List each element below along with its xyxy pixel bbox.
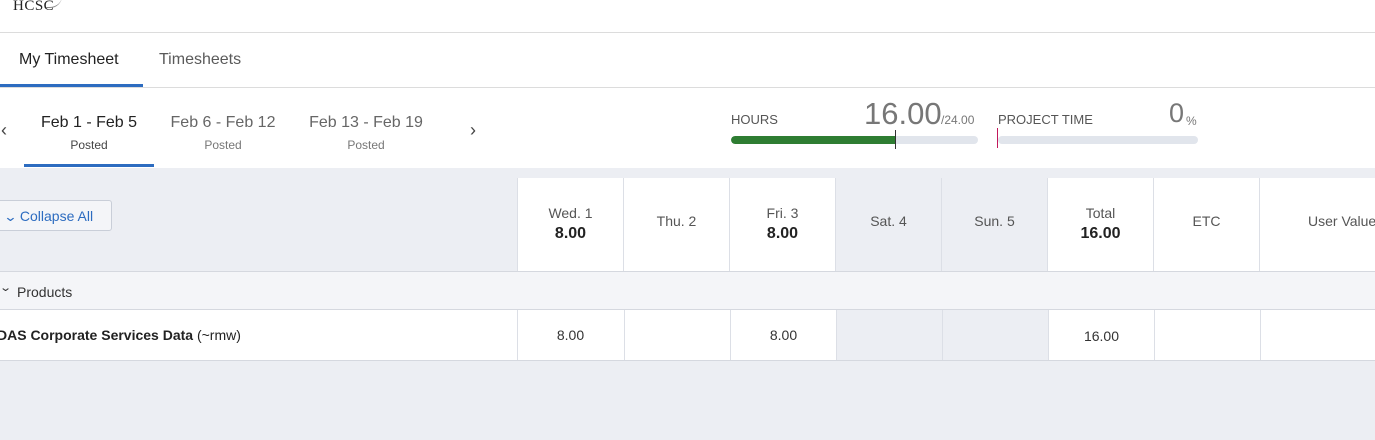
column-label: ETC [1192, 213, 1221, 229]
period-feb-1-5[interactable]: Feb 1 - Feb 5 Posted [24, 114, 154, 152]
hours-cell-sat-4[interactable] [836, 310, 942, 360]
period-feb-13-19[interactable]: Feb 13 - Feb 19 Posted [300, 114, 432, 152]
column-total: 8.00 [554, 225, 587, 242]
hours-cell-fri-3[interactable]: 8.00 [730, 310, 836, 360]
column-label: Fri. 3 [766, 205, 799, 221]
row-name[interactable]: DAS Corporate Services Data (~rmw) [0, 327, 241, 343]
hours-label: HOURS [731, 112, 778, 127]
column-label: Sun. 5 [974, 213, 1015, 229]
hours-cell-thu-2[interactable] [624, 310, 730, 360]
user-value-cell[interactable] [1260, 310, 1375, 360]
column-label: Thu. 2 [656, 213, 697, 229]
column-label: Total [1085, 205, 1116, 221]
project-time-track [998, 136, 1198, 144]
hours-progress-track [731, 136, 978, 144]
timesheet-grid: ⌄ Collapse All Wed. 1 8.00 Thu. 2 Fri. 3 … [0, 168, 1375, 440]
column-total: 8.00 [766, 225, 799, 242]
column-thu-2: Thu. 2 [623, 178, 729, 271]
project-time-label: PROJECT TIME [998, 112, 1093, 127]
section-label: Products [17, 284, 73, 300]
tab-timesheets[interactable]: Timesheets [159, 51, 241, 69]
period-feb-6-12[interactable]: Feb 6 - Feb 12 Posted [160, 114, 286, 152]
hours-cell-wed-1[interactable]: 8.00 [517, 310, 623, 360]
logo-swoosh [46, 0, 62, 8]
column-user-value: User Value [1259, 178, 1375, 271]
period-range: Feb 1 - Feb 5 [40, 114, 138, 131]
column-label: Sat. 4 [870, 213, 907, 229]
active-period-indicator [24, 164, 154, 167]
chevron-right-icon[interactable]: › [470, 120, 476, 141]
chevron-down-icon[interactable]: ⌄ [0, 281, 12, 294]
grid-header: ⌄ Collapse All Wed. 1 8.00 Thu. 2 Fri. 3 … [0, 178, 1375, 271]
double-chevron-down-icon: ⌄ [3, 209, 18, 224]
hours-max: /24.00 [941, 113, 975, 127]
etc-cell[interactable] [1154, 310, 1260, 360]
hours-value: 16.00 [864, 96, 942, 131]
project-time-unit: % [1186, 114, 1197, 128]
section-products[interactable]: ⌄ Products [0, 271, 1375, 310]
column-fri-3: Fri. 3 8.00 [729, 178, 835, 271]
tab-my-timesheet[interactable]: My Timesheet [19, 51, 119, 69]
product-owner: (~rmw) [196, 327, 241, 343]
table-row: DAS Corporate Services Data (~rmw) 8.00 … [0, 310, 1375, 361]
column-label: User Value [1308, 213, 1375, 229]
column-wed-1: Wed. 1 8.00 [517, 178, 623, 271]
hours-progress-fill [731, 136, 896, 144]
collapse-all-label: Collapse All [19, 208, 94, 224]
hours-cell-sun-5[interactable] [942, 310, 1048, 360]
period-range: Feb 13 - Feb 19 [309, 114, 423, 131]
period-status: Posted [347, 138, 385, 152]
period-status: Posted [204, 138, 242, 152]
column-total-value: 16.00 [1080, 225, 1121, 242]
project-time-marker [997, 128, 998, 148]
column-sun-5: Sun. 5 [941, 178, 1047, 271]
project-time-value: 0 [1169, 98, 1185, 128]
column-total: Total 16.00 [1047, 178, 1153, 271]
column-etc: ETC [1153, 178, 1259, 271]
hours-progress-marker [895, 130, 896, 149]
period-navigator: ‹ Feb 1 - Feb 5 Posted Feb 6 - Feb 12 Po… [0, 88, 1375, 168]
product-title: DAS Corporate Services Data [0, 327, 194, 343]
chevron-left-icon[interactable]: ‹ [1, 120, 7, 141]
period-status: Posted [70, 138, 108, 152]
period-range: Feb 6 - Feb 12 [170, 114, 276, 131]
column-sat-4: Sat. 4 [835, 178, 941, 271]
main-tabs: My Timesheet Timesheets [0, 33, 1375, 87]
collapse-all-button[interactable]: ⌄ Collapse All [0, 200, 112, 231]
row-total-cell: 16.00 [1048, 310, 1154, 360]
column-label: Wed. 1 [548, 205, 593, 221]
